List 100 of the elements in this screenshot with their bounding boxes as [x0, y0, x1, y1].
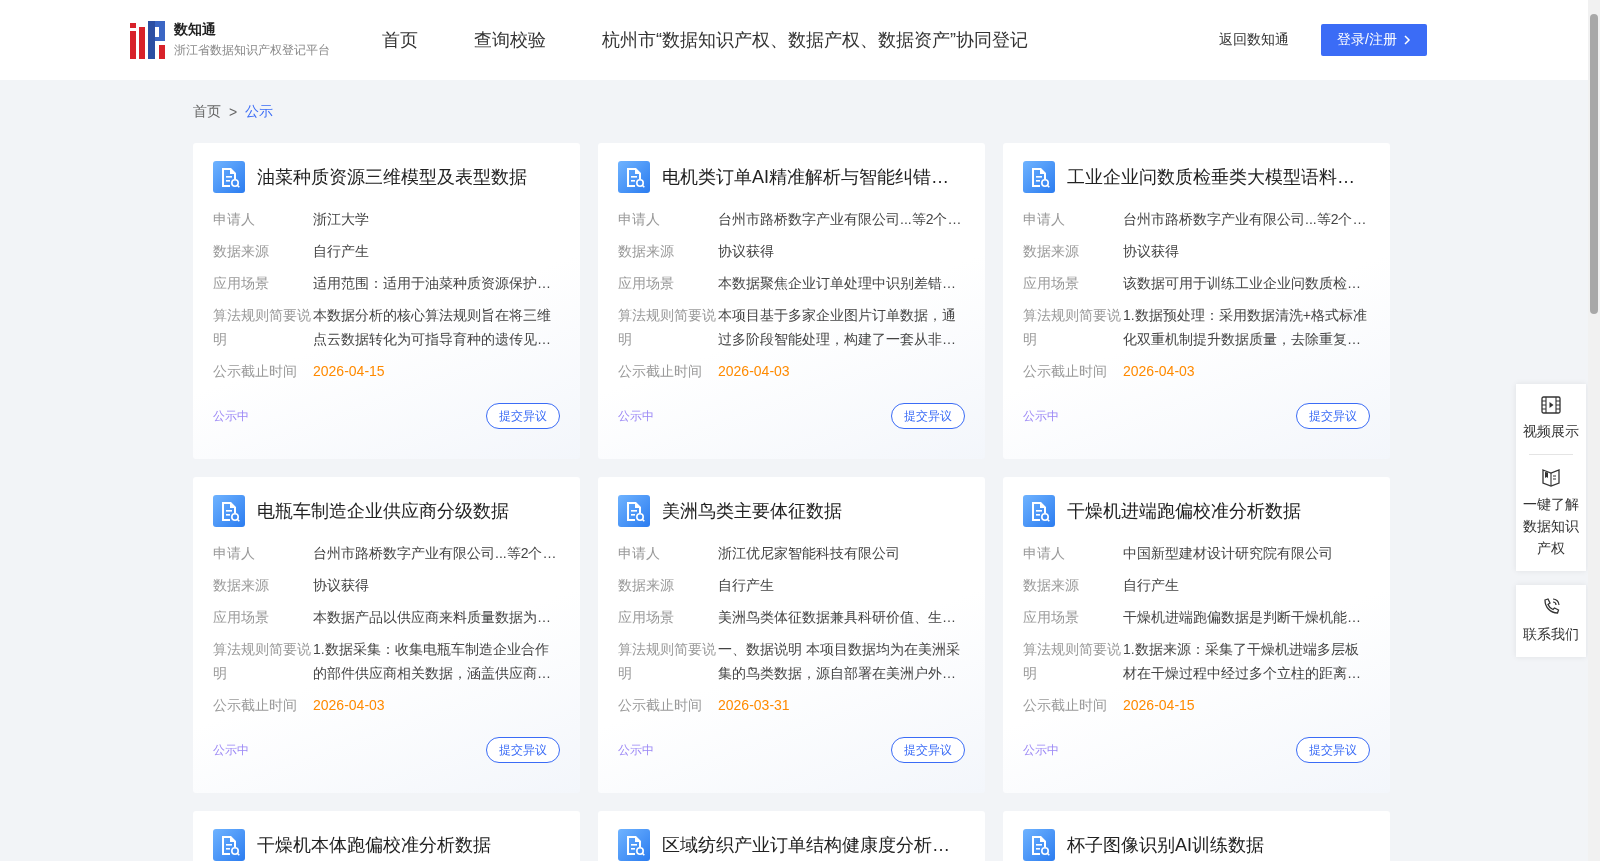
field-value: 台州市路桥数字产业有限公司...等2个…	[1123, 210, 1367, 229]
card-title[interactable]: 工业企业问数质检垂类大模型语料…	[1067, 165, 1355, 189]
field-value: 协议获得	[718, 242, 774, 261]
field-label: 算法规则简要说明	[618, 306, 717, 349]
field-value: 美洲鸟类体征数据兼具科研价值、生…	[718, 608, 956, 627]
field-value: 2026-04-15	[1123, 696, 1195, 715]
field-value: 本项目基于多家企业图片订单数据，通 过多阶段智能处理，构建了一套从非…	[718, 306, 956, 349]
field-label: 公示截止时间	[213, 362, 298, 381]
status-label: 公示中	[1023, 741, 1059, 759]
field-value: 2026-04-03	[718, 362, 790, 381]
field-label: 算法规则简要说明	[618, 640, 717, 683]
card-title[interactable]: 电瓶车制造企业供应商分级数据	[257, 499, 509, 523]
objection-button[interactable]: 提交异议	[1296, 403, 1370, 429]
field-label: 应用场景	[618, 608, 675, 627]
back-link[interactable]: 返回数知通	[1219, 31, 1290, 49]
field-value: 2026-04-03	[313, 696, 385, 715]
field-label: 算法规则简要说明	[1023, 306, 1122, 349]
card-title[interactable]: 美洲鸟类主要体征数据	[662, 499, 842, 523]
objection-button[interactable]: 提交异议	[1296, 737, 1370, 763]
document-search-icon	[213, 829, 245, 861]
document-search-icon	[1023, 495, 1055, 527]
nav-link[interactable]: 查询校验	[474, 28, 546, 52]
logo-icon	[130, 21, 166, 59]
card-title[interactable]: 干燥机本体跑偏校准分析数据	[257, 833, 491, 857]
field-label: 公示截止时间	[1023, 362, 1108, 381]
field-label: 算法规则简要说明	[213, 640, 312, 683]
field-value: 中国新型建材设计研究院有限公司	[1123, 544, 1333, 563]
field-label: 数据来源	[213, 242, 270, 261]
status-label: 公示中	[618, 407, 654, 425]
side-link[interactable]: 视频展示	[1523, 394, 1579, 444]
nav-link[interactable]: 首页	[382, 28, 418, 52]
field-value: 2026-03-31	[718, 696, 790, 715]
document-search-icon	[1023, 161, 1055, 193]
side-link[interactable]: 联系我们	[1523, 595, 1579, 647]
field-value: 本数据产品以供应商来料质量数据为…	[313, 608, 551, 627]
side-link[interactable]: 一键了解 数据知识 产权	[1523, 465, 1579, 561]
field-value: 协议获得	[1123, 242, 1179, 261]
objection-button[interactable]: 提交异议	[486, 737, 560, 763]
chevron-icon	[1403, 35, 1411, 45]
field-label: 公示截止时间	[1023, 696, 1108, 715]
field-value: 2026-04-03	[1123, 362, 1195, 381]
field-label: 申请人	[1023, 210, 1066, 229]
card-title[interactable]: 干燥机进端跑偏校准分析数据	[1067, 499, 1301, 523]
field-label: 申请人	[1023, 544, 1066, 563]
field-value: 自行产生	[1123, 576, 1179, 595]
field-value: 自行产生	[718, 576, 774, 595]
document-search-icon	[213, 495, 245, 527]
field-value: 本数据聚焦企业订单处理中识别差错…	[718, 274, 956, 293]
login-button[interactable]: 登录/注册	[1321, 24, 1427, 56]
scrollbar[interactable]	[1588, 0, 1600, 861]
brand-subtitle: 浙江省数据知识产权登记平台	[174, 42, 330, 59]
field-label: 应用场景	[1023, 274, 1080, 293]
document-search-icon	[618, 161, 650, 193]
card-title[interactable]: 杯子图像识别AI训练数据	[1067, 833, 1264, 857]
field-value: 1.数据采集：收集电瓶车制造企业合作 的部件供应商相关数据，涵盖供应商…	[313, 640, 551, 683]
card-title[interactable]: 区域纺织产业订单结构健康度分析…	[662, 833, 950, 857]
field-label: 申请人	[213, 544, 256, 563]
field-value: 该数据可用于训练工业企业问数质检…	[1123, 274, 1361, 293]
field-value: 1.数据预处理：采用数据清洗+格式标准 化双重机制提升数据质量，去除重复…	[1123, 306, 1367, 349]
field-label: 申请人	[618, 210, 661, 229]
field-value: 1.数据来源：采集了干燥机进端多层板 材在干燥过程中经过多个立柱的距离…	[1123, 640, 1361, 683]
card-title[interactable]: 油菜种质资源三维模型及表型数据	[257, 165, 527, 189]
book-icon	[1541, 467, 1561, 487]
field-label: 公示截止时间	[618, 696, 703, 715]
field-label: 应用场景	[213, 608, 270, 627]
phone-icon	[1541, 597, 1561, 617]
document-search-icon	[618, 495, 650, 527]
objection-button[interactable]: 提交异议	[891, 403, 965, 429]
field-value: 适用范围：适用于油菜种质资源保护…	[313, 274, 551, 293]
field-value: 一、数据说明 本项目数据均为在美洲采 集的鸟类数据，源自部署在美洲户外…	[718, 640, 960, 683]
document-search-icon	[213, 161, 245, 193]
field-value: 浙江优尼家智能科技有限公司	[718, 544, 900, 563]
field-label: 数据来源	[618, 242, 675, 261]
field-label: 应用场景	[618, 274, 675, 293]
card-title[interactable]: 电机类订单AI精准解析与智能纠错…	[662, 165, 949, 189]
field-value: 自行产生	[313, 242, 369, 261]
field-value: 浙江大学	[313, 210, 369, 229]
field-label: 数据来源	[618, 576, 675, 595]
field-label: 数据来源	[1023, 576, 1080, 595]
field-label: 数据来源	[213, 576, 270, 595]
field-label: 公示截止时间	[618, 362, 703, 381]
status-label: 公示中	[213, 407, 249, 425]
field-label: 应用场景	[213, 274, 270, 293]
breadcrumb-link[interactable]: 公示	[245, 102, 274, 121]
field-value: 2026-04-15	[313, 362, 385, 381]
breadcrumb-link[interactable]: 首页	[193, 102, 221, 121]
field-value: 协议获得	[313, 576, 369, 595]
breadcrumb-separator: >	[229, 103, 238, 120]
status-label: 公示中	[618, 741, 654, 759]
brand-name: 数知通	[174, 21, 217, 39]
document-search-icon	[618, 829, 650, 861]
field-label: 申请人	[618, 544, 661, 563]
objection-button[interactable]: 提交异议	[891, 737, 965, 763]
field-label: 数据来源	[1023, 242, 1080, 261]
nav-link[interactable]: 杭州市“数据知识产权、数据产权、数据资产”协同登记	[602, 28, 1028, 52]
status-label: 公示中	[213, 741, 249, 759]
objection-button[interactable]: 提交异议	[486, 403, 560, 429]
document-search-icon	[1023, 829, 1055, 861]
field-value: 本数据分析的核心算法规则旨在将三维 点云数据转化为可指导育种的遗传见…	[313, 306, 551, 349]
field-label: 应用场景	[1023, 608, 1080, 627]
